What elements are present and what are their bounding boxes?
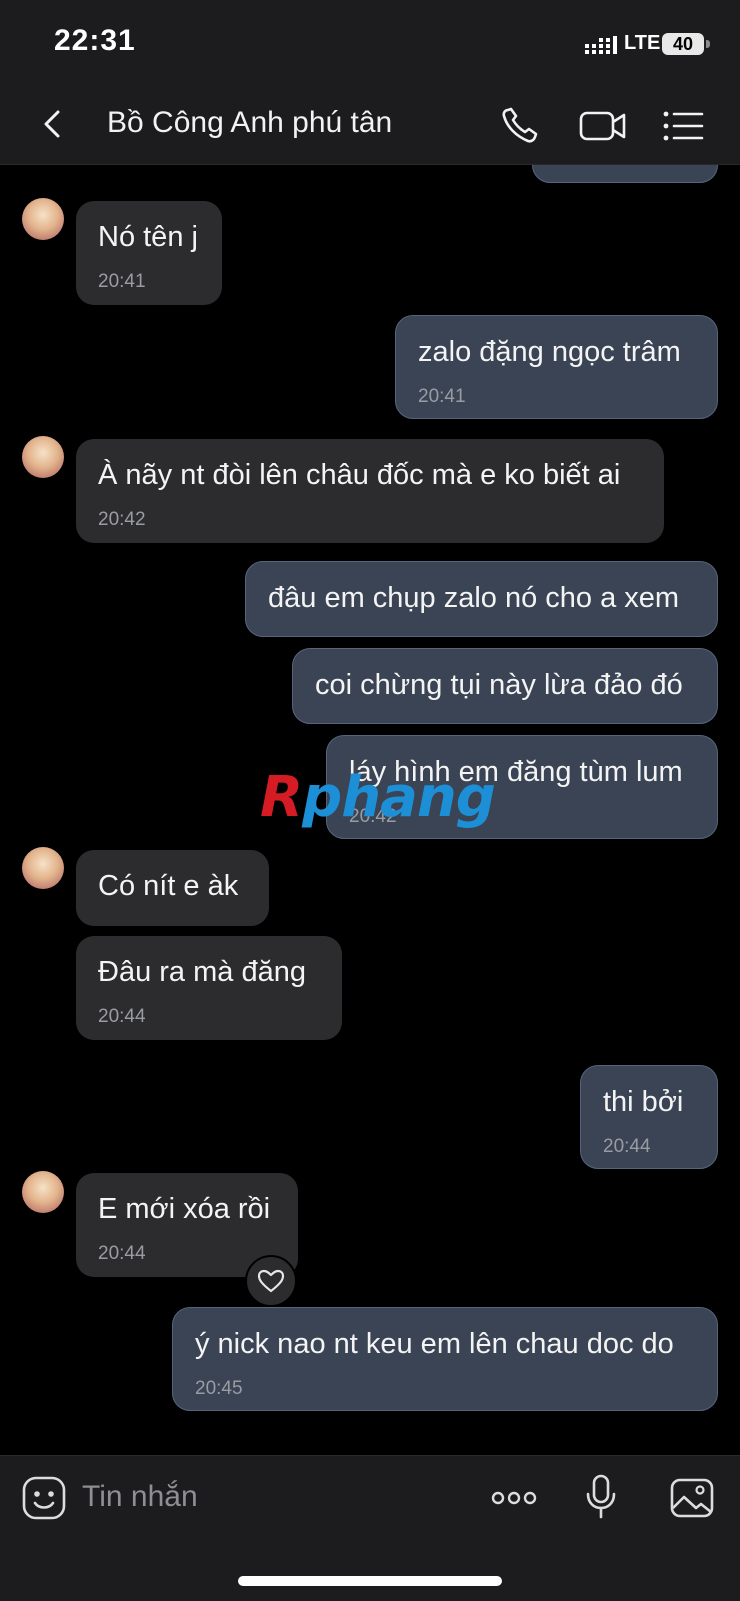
status-time: 22:31	[54, 24, 136, 57]
message-input[interactable]: Tin nhắn	[82, 1472, 462, 1522]
battery-tip	[706, 40, 710, 48]
more-icon[interactable]	[490, 1474, 538, 1522]
message-time: 20:45	[195, 1378, 243, 1399]
message-bubble-outgoing[interactable]: thi bởi 20:44	[580, 1065, 718, 1169]
microphone-icon[interactable]	[577, 1472, 625, 1520]
message-bubble-incoming[interactable]: À nãy nt đòi lên châu đốc mà e ko biết a…	[76, 439, 664, 543]
message-text: E mới xóa rồi	[98, 1193, 271, 1225]
menu-list-icon[interactable]	[660, 102, 708, 150]
sticker-icon[interactable]	[20, 1474, 68, 1522]
back-icon[interactable]	[32, 102, 76, 146]
message-text: Có nít e àk	[98, 870, 239, 902]
message-bubble-outgoing[interactable]: đâu em chụp zalo nó cho a xem	[245, 561, 718, 637]
network-label: LTE	[624, 32, 661, 54]
message-time: 20:42	[98, 509, 146, 530]
message-time: 20:44	[98, 1243, 146, 1264]
message-bubble-incoming[interactable]: Đâu ra mà đăng 20:44	[76, 936, 342, 1040]
chat-header: Bồ Công Anh phú tân	[0, 88, 740, 165]
status-bar: 22:31 LTE 40	[0, 0, 740, 88]
chat-title[interactable]: Bồ Công Anh phú tân	[107, 106, 392, 140]
message-text: zalo đặng ngọc trâm	[418, 336, 681, 368]
message-bubble-incoming[interactable]: Nó tên j 20:41	[76, 201, 222, 305]
heart-icon	[257, 1269, 285, 1293]
avatar[interactable]	[22, 847, 64, 889]
message-text: coi chừng tụi này lừa đảo đó	[315, 669, 683, 701]
message-time: 20:41	[98, 271, 146, 292]
avatar[interactable]	[22, 436, 64, 478]
signal-icon	[585, 36, 617, 54]
video-icon[interactable]	[578, 102, 630, 150]
message-bubble-outgoing[interactable]: zalo đặng ngọc trâm 20:41	[395, 315, 718, 419]
message-text: thi bởi	[603, 1086, 684, 1118]
avatar[interactable]	[22, 198, 64, 240]
message-text: ý nick nao nt keu em lên chau doc do	[195, 1328, 674, 1360]
image-icon[interactable]	[668, 1474, 716, 1522]
message-time: 20:41	[418, 386, 466, 407]
message-bubble-outgoing[interactable]: coi chừng tụi này lừa đảo đó	[292, 648, 718, 724]
home-indicator[interactable]	[238, 1576, 502, 1586]
watermark-logo: Rphang	[260, 765, 496, 830]
message-bubble-outgoing[interactable]: ý nick nao nt keu em lên chau doc do 20:…	[172, 1307, 718, 1411]
message-bubble-outgoing-partial[interactable]	[532, 165, 718, 183]
phone-icon[interactable]	[496, 102, 544, 150]
message-time: 20:44	[98, 1006, 146, 1027]
message-text: Nó tên j	[98, 221, 198, 253]
message-text: À nãy nt đòi lên châu đốc mà e ko biết a…	[98, 459, 621, 491]
message-text: Đâu ra mà đăng	[98, 956, 306, 988]
message-time: 20:44	[603, 1136, 651, 1157]
message-text: đâu em chụp zalo nó cho a xem	[268, 582, 680, 614]
message-bubble-incoming[interactable]: Có nít e àk	[76, 850, 269, 926]
avatar[interactable]	[22, 1171, 64, 1213]
battery-icon: 40	[662, 33, 704, 55]
reaction-button[interactable]	[245, 1255, 297, 1307]
